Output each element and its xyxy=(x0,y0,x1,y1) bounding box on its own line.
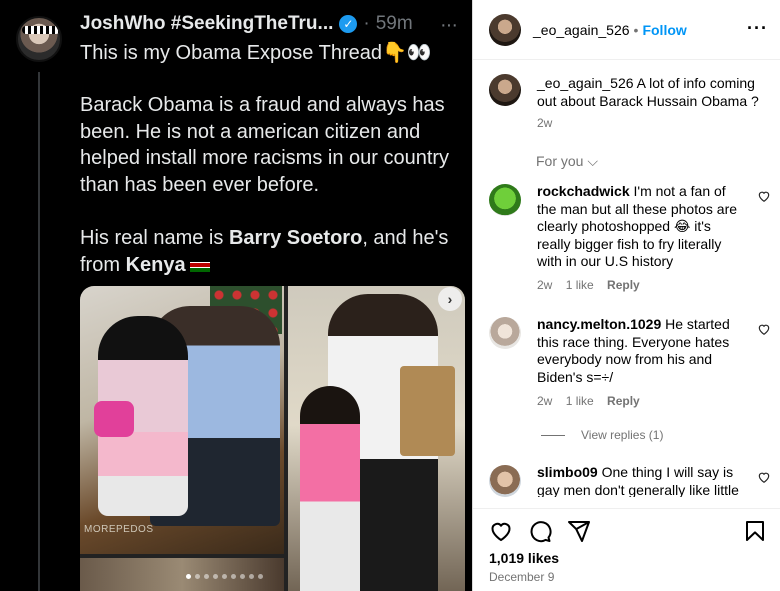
comment-text: nancy.melton.1029 He started this race t… xyxy=(537,316,747,386)
carousel-next-button[interactable]: › xyxy=(438,287,462,311)
likes-count[interactable]: 1,019 likes xyxy=(489,550,559,566)
separator-dot: · xyxy=(363,13,370,34)
post-author-username[interactable]: _eo_again_526 xyxy=(533,22,630,38)
like-heart-icon[interactable] xyxy=(757,189,771,203)
photo-watermark: MOREPEDOS xyxy=(84,524,154,535)
tweet-author-name: JoshWho #SeekingTheTru... xyxy=(80,13,334,34)
comment-likes[interactable]: 1 like xyxy=(566,278,594,292)
carousel-dot xyxy=(222,574,227,579)
commenter-avatar[interactable] xyxy=(489,465,521,497)
comment-age: 2w xyxy=(537,394,553,408)
carousel-dot xyxy=(249,574,254,579)
view-replies-label: View replies (1) xyxy=(581,428,664,442)
carousel-dot xyxy=(231,574,236,579)
carousel-dot xyxy=(186,574,191,579)
tweet-photo-1: MOREPEDOS xyxy=(80,286,284,554)
comment-bubble-icon[interactable] xyxy=(528,519,552,543)
bookmark-save-icon[interactable] xyxy=(743,519,767,543)
follow-button[interactable]: Follow xyxy=(642,22,686,38)
carousel-dot xyxy=(204,574,209,579)
share-send-icon[interactable] xyxy=(567,519,591,543)
post-author-avatar[interactable] xyxy=(489,14,521,46)
more-options-icon[interactable]: ··· xyxy=(747,18,768,39)
like-heart-icon[interactable] xyxy=(489,519,513,543)
post-header: _eo_again_526 • Follow ··· xyxy=(473,0,780,60)
tweet-paragraph-2: His real name is Barry Soetoro, and he's… xyxy=(80,225,460,278)
tweet-photo-grid: MOREPEDOS xyxy=(80,286,465,591)
post-media[interactable]: JoshWho #SeekingTheTru... ✓ · 59m ··· Th… xyxy=(0,0,472,591)
comment-item: slimbo09 One thing I will say is gay men… xyxy=(473,465,780,497)
reply-button[interactable]: Reply xyxy=(607,394,640,408)
caption-username[interactable]: _eo_again_526 xyxy=(537,75,634,91)
tweet-p2-prefix: His real name is xyxy=(80,227,229,249)
reply-button[interactable]: Reply xyxy=(607,278,640,292)
comment-meta: 2w 1 like Reply xyxy=(537,394,650,408)
tweet-author-avatar xyxy=(16,16,62,62)
comment-text: rockchadwick I'm not a fan of the man bu… xyxy=(537,183,747,271)
tweet-p2-name: Barry Soetoro xyxy=(228,227,363,249)
caption-author-avatar[interactable] xyxy=(489,74,521,106)
chevron-down-icon: ⌵ xyxy=(587,153,598,169)
comment-meta: 2w 1 like Reply xyxy=(537,278,650,292)
post-actions-bar: 1,019 likes December 9 xyxy=(473,508,780,591)
separator-dot: • xyxy=(633,22,639,38)
carousel-dot xyxy=(240,574,245,579)
carousel-dot xyxy=(195,574,200,579)
post-side-panel: _eo_again_526 • Follow ··· _eo_again_526 A… xyxy=(472,0,780,591)
tweet-photo-2 xyxy=(288,286,465,591)
caption-age: 2w xyxy=(537,116,553,130)
kenya-flag-icon xyxy=(189,257,210,272)
like-heart-icon[interactable] xyxy=(757,470,771,484)
replies-divider xyxy=(541,434,565,436)
thread-line xyxy=(38,72,40,591)
commenter-username[interactable]: slimbo09 xyxy=(537,465,598,480)
tweet-p2-country: Kenya xyxy=(125,253,186,276)
commenter-username[interactable]: nancy.melton.1029 xyxy=(537,316,661,332)
comment-age: 2w xyxy=(537,278,553,292)
view-replies-button[interactable]: View replies (1) xyxy=(541,428,663,442)
tweet-title: This is my Obama Expose Thread👇👀 xyxy=(80,42,432,64)
carousel-dot xyxy=(258,574,263,579)
post-author-line: _eo_again_526 • Follow xyxy=(533,22,687,38)
like-heart-icon[interactable] xyxy=(757,322,771,336)
comment-text: slimbo09 One thing I will say is gay men… xyxy=(537,465,747,497)
commenter-avatar[interactable] xyxy=(489,184,521,216)
comment-likes[interactable]: 1 like xyxy=(566,394,594,408)
tweet-paragraph-1: Barack Obama is a fraud and always has b… xyxy=(80,94,450,196)
carousel-dots xyxy=(186,574,263,579)
caption-text: _eo_again_526 A lot of info coming out a… xyxy=(537,74,762,110)
tweet-header: JoshWho #SeekingTheTru... ✓ · 59m xyxy=(80,13,413,35)
commenter-avatar[interactable] xyxy=(489,317,521,349)
commenter-username[interactable]: rockchadwick xyxy=(537,183,630,199)
carousel-dot xyxy=(213,574,218,579)
for-you-label: For you xyxy=(536,153,584,169)
tweet-time: 59m xyxy=(375,13,413,34)
tweet-more-icon: ··· xyxy=(440,14,458,36)
comment-sort-dropdown[interactable]: For you ⌵ xyxy=(536,153,598,170)
post-date: December 9 xyxy=(489,570,555,584)
verified-badge-icon: ✓ xyxy=(339,15,358,33)
